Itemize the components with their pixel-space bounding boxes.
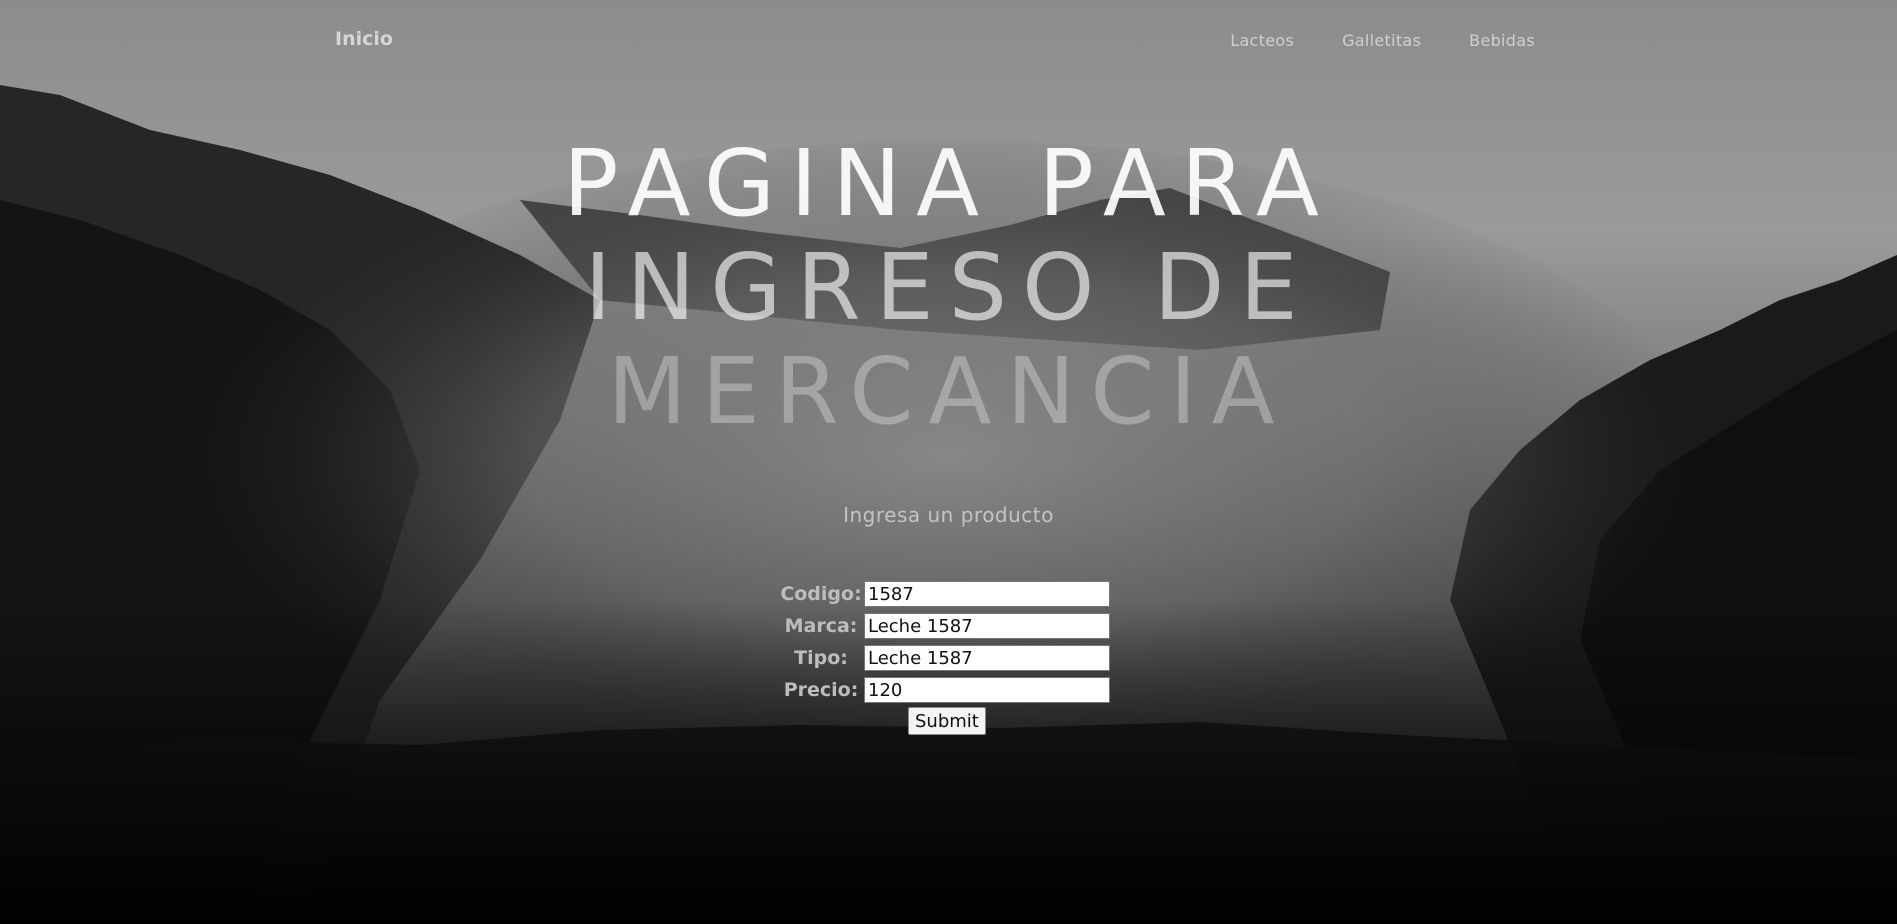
marca-input[interactable] <box>864 613 1110 639</box>
codigo-label: Codigo: <box>780 583 862 605</box>
codigo-input[interactable] <box>864 581 1110 607</box>
submit-button[interactable]: Submit <box>908 707 986 735</box>
hero-line-1: PAGINA PARA <box>563 130 1334 237</box>
hero-title: PAGINA PARA INGRESO DE MERCANCIA <box>0 132 1897 444</box>
nav-link-bebidas[interactable]: Bebidas <box>1469 31 1535 50</box>
hero-line-2: INGRESO DE <box>584 234 1313 341</box>
tipo-input[interactable] <box>864 645 1110 671</box>
form-row-codigo: Codigo: <box>780 578 1120 610</box>
tipo-label: Tipo: <box>794 647 848 669</box>
nav-link-galletitas[interactable]: Galletitas <box>1342 31 1421 50</box>
product-form: Codigo: Marca: Tipo: Precio: Submit <box>780 578 1120 736</box>
nav-brand-inicio[interactable]: Inicio <box>335 28 393 50</box>
marca-label: Marca: <box>784 615 858 637</box>
hero-line-3: MERCANCIA <box>607 338 1290 445</box>
form-row-precio: Precio: <box>780 674 1120 706</box>
form-row-submit: Submit <box>780 706 1120 736</box>
form-subtitle: Ingresa un producto <box>843 503 1054 527</box>
nav-link-lacteos[interactable]: Lacteos <box>1230 31 1294 50</box>
precio-input[interactable] <box>864 677 1110 703</box>
precio-label: Precio: <box>783 679 859 701</box>
form-row-tipo: Tipo: <box>780 642 1120 674</box>
nav-links: Lacteos Galletitas Bebidas <box>1230 31 1535 50</box>
form-row-marca: Marca: <box>780 610 1120 642</box>
